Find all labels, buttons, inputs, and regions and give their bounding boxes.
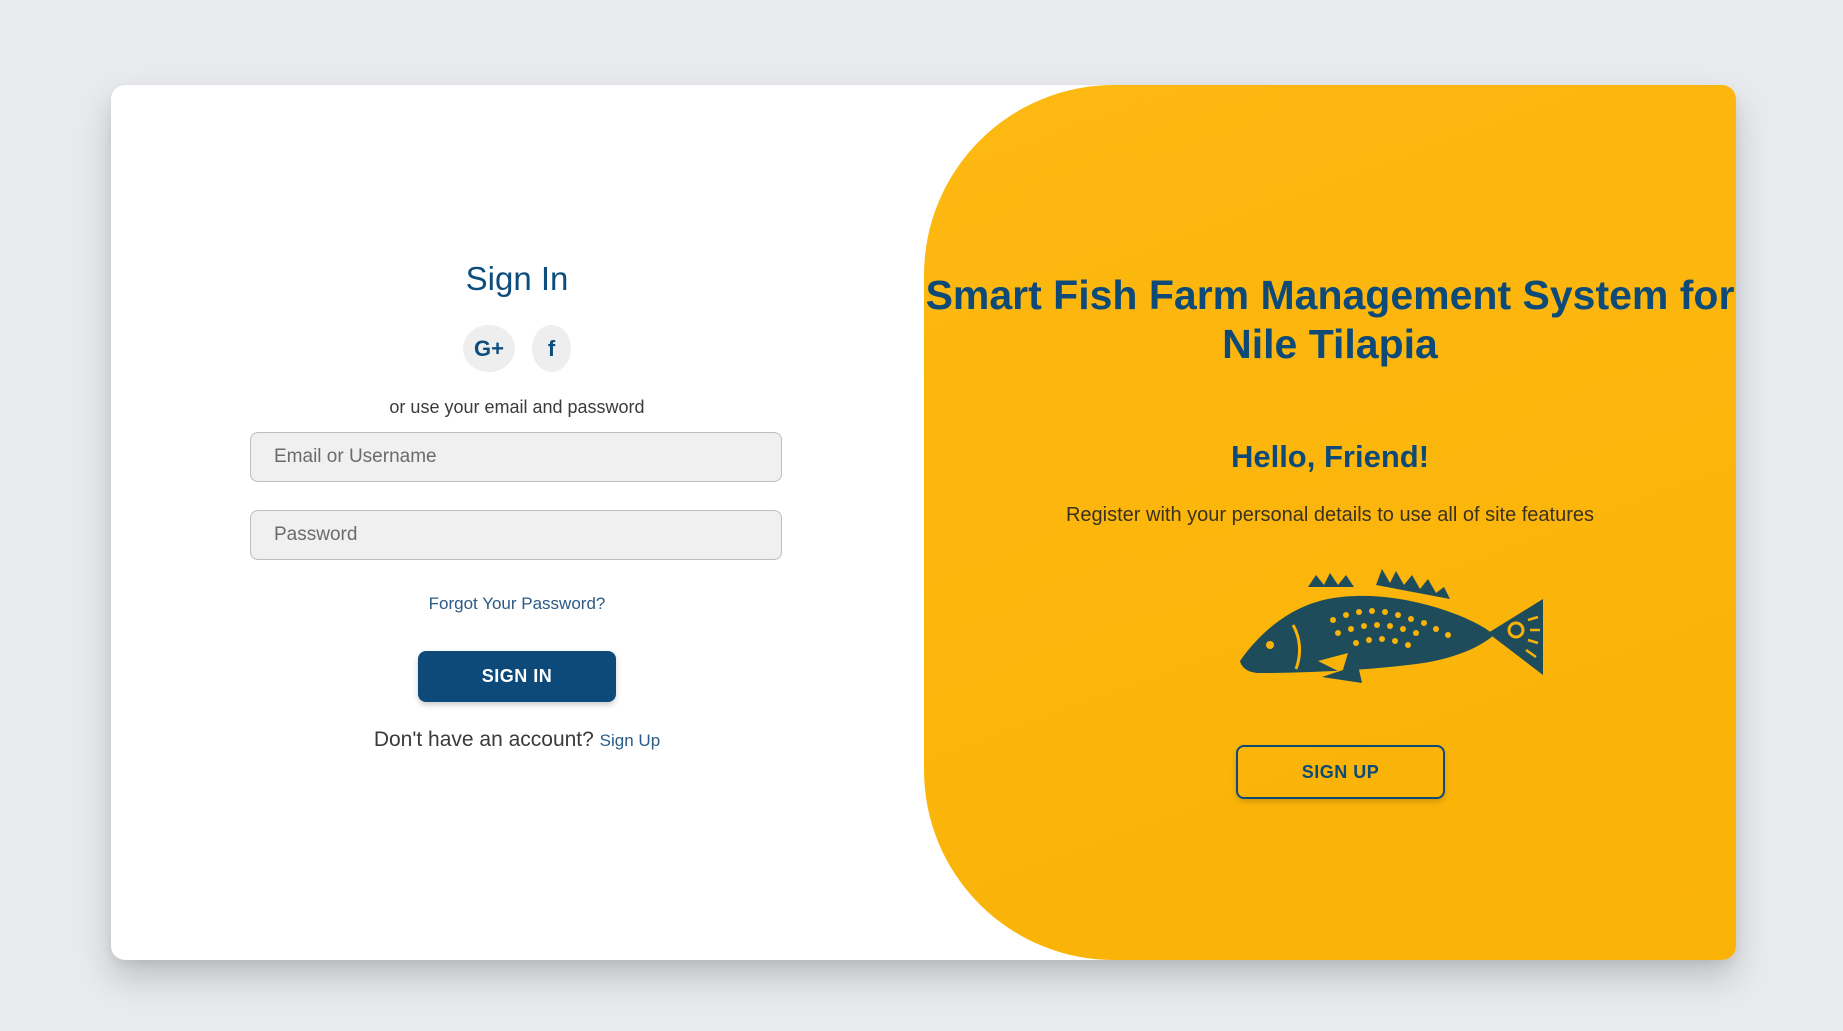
facebook-icon[interactable]: f	[532, 325, 571, 372]
register-description: Register with your personal details to u…	[1065, 504, 1595, 526]
social-login: G+ f	[111, 325, 923, 372]
no-account-text: Don't have an account?	[373, 728, 594, 751]
app-title: Smart Fish Farm Management System for Ni…	[925, 272, 1735, 367]
greeting-heading: Hello, Friend!	[1230, 439, 1430, 474]
no-account-line: Don't have an account? Sign Up	[111, 728, 923, 752]
password-field[interactable]	[250, 510, 782, 560]
welcome-panel: Smart Fish Farm Management System for Ni…	[924, 85, 1736, 960]
auth-card: Sign In G+ f or use your email and passw…	[111, 85, 1736, 960]
email-field[interactable]	[250, 432, 782, 482]
signup-link[interactable]: Sign Up	[600, 731, 660, 750]
fish-illustration	[1240, 569, 1543, 683]
signin-form: Sign In G+ f or use your email and passw…	[111, 85, 923, 960]
alt-login-text: or use your email and password	[389, 397, 645, 417]
forgot-password-link[interactable]: Forgot Your Password?	[111, 594, 923, 614]
google-plus-icon[interactable]: G+	[463, 325, 515, 372]
signin-title: Sign In	[465, 260, 569, 297]
signup-button[interactable]: SIGN UP	[1236, 745, 1445, 799]
signin-button[interactable]: SIGN IN	[418, 651, 616, 702]
